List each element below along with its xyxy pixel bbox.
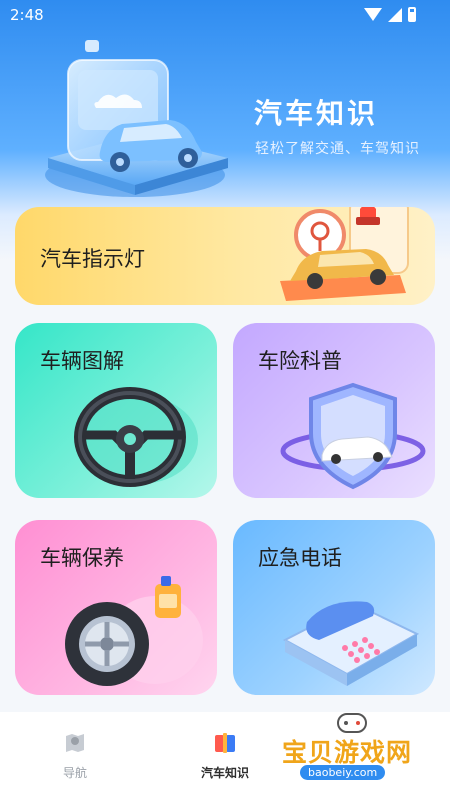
card-maintenance[interactable]: 车辆保养 <box>15 520 217 695</box>
signal-icon <box>388 7 402 22</box>
map-pin-icon <box>66 734 84 752</box>
tire-oil-illustration <box>65 576 203 686</box>
shield-car-illustration <box>280 382 426 490</box>
phone-illustration <box>282 601 420 686</box>
battery-icon <box>408 7 416 22</box>
tab-car-knowledge[interactable]: 汽车知识 <box>180 730 270 781</box>
tab-label: 导航 <box>62 766 87 780</box>
card-insurance[interactable]: 车险科普 <box>233 323 435 498</box>
status-bar: 2:48 <box>0 0 450 32</box>
warning-car-illustration <box>280 207 409 301</box>
watermark-text: 宝贝游戏网 <box>282 738 413 767</box>
status-time: 2:48 <box>10 6 44 24</box>
card-label: 应急电话 <box>258 546 342 570</box>
card-indicator-lights[interactable]: 汽车指示灯 <box>15 207 435 305</box>
watermark-url: baobeiy.com <box>300 765 386 780</box>
page-subtitle: 轻松了解交通、车驾知识 <box>255 141 420 157</box>
card-label: 车辆图解 <box>40 349 124 373</box>
card-emergency-phone[interactable]: 应急电话 <box>233 520 435 695</box>
card-label: 车辆保养 <box>40 546 124 570</box>
tab-label: 汽车知识 <box>200 766 249 780</box>
card-label: 汽车指示灯 <box>40 247 145 271</box>
card-label: 车险科普 <box>258 349 342 373</box>
steering-wheel-illustration <box>74 387 198 487</box>
car-platform-illustration <box>45 40 228 197</box>
tab-navigation[interactable]: 导航 <box>30 730 120 781</box>
status-icons <box>364 7 416 22</box>
book-icon <box>215 733 235 753</box>
page-title: 汽车知识 <box>254 97 379 130</box>
card-vehicle-diagram[interactable]: 车辆图解 <box>15 323 217 498</box>
wifi-icon <box>364 8 382 21</box>
